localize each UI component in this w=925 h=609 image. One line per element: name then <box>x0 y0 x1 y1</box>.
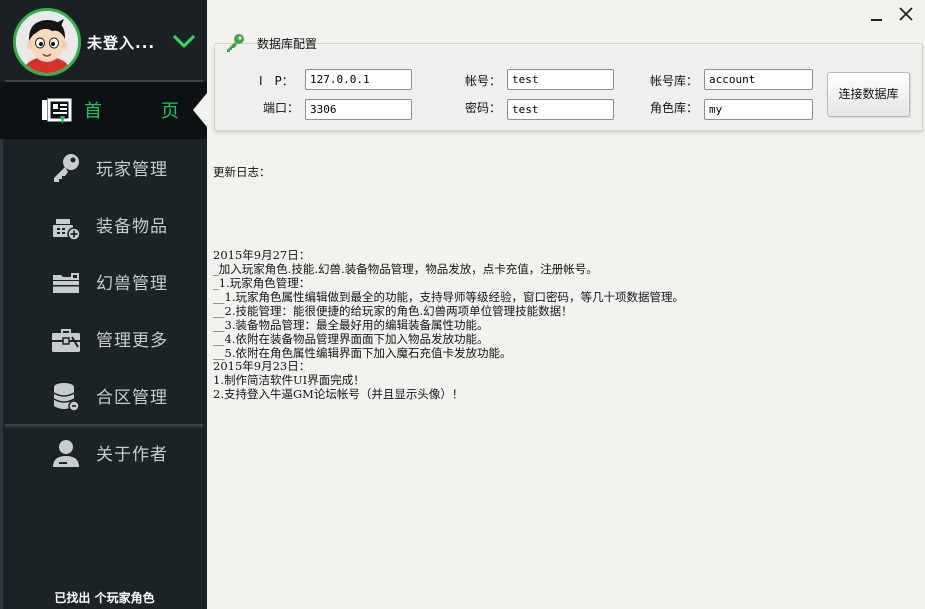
chevron-down-icon[interactable] <box>172 34 196 50</box>
ip-input[interactable] <box>305 69 412 90</box>
changelog-line: 2015年9月27日： <box>213 248 311 263</box>
cash-register-icon <box>53 219 81 241</box>
nav-label-pets: 幻兽管理 <box>96 274 168 294</box>
changelog-header: 更新日志： <box>213 164 271 179</box>
user-header: 未登入... <box>0 0 207 82</box>
ip-label: I P： <box>259 74 294 88</box>
nav-label-home-part2: 页 <box>161 101 180 122</box>
nav-item-equipment[interactable]: 装备物品 <box>0 196 207 253</box>
nav-label-more: 管理更多 <box>96 331 168 351</box>
nav-label-equipment: 装备物品 <box>96 217 168 237</box>
sidebar: 未登入... 首 页 玩家管理 装备物品 幻兽管理 管理更多 合区管理 关于作者… <box>0 0 207 609</box>
port-input[interactable] <box>305 99 412 120</box>
close-icon[interactable] <box>895 3 917 25</box>
person-icon <box>53 440 79 467</box>
changelog-line: __4.依附在装备物品管理界面面下加入物品发放功能。 <box>213 331 489 346</box>
user-name[interactable]: 未登入... <box>87 32 155 53</box>
changelog: 更新日志： 2015年9月27日： _加入玩家角色.技能.幻兽.装备物品管理，物品… <box>213 138 913 578</box>
account-input[interactable] <box>507 69 614 90</box>
password-label: 密码： <box>465 101 502 115</box>
nav-item-zones[interactable]: 合区管理 <box>0 367 207 424</box>
changelog-line: __2.技能管理：能很便捷的给玩家的角色.幻兽两项单位管理技能数据！ <box>213 303 573 318</box>
nav-label-about: 关于作者 <box>96 445 168 465</box>
nav-item-home[interactable]: 首 页 <box>0 82 207 139</box>
changelog-line: _1.玩家角色管理： <box>213 276 311 291</box>
account-db-label: 帐号库： <box>650 74 699 88</box>
changelog-line: 2.支持登入牛逼GM论坛帐号（并且显示头像）！ <box>213 387 464 402</box>
nav-label-zones: 合区管理 <box>96 388 168 408</box>
db-config-panel: I P： 端口： 帐号： 密码： 帐号库： 角色库： 连接数据库 <box>214 43 923 131</box>
toolbox-icon <box>52 329 80 352</box>
db-config-title: 数据库配置 <box>257 37 318 51</box>
avatar[interactable] <box>13 8 81 76</box>
password-input[interactable] <box>507 99 614 120</box>
changelog-line: 1.制作简洁软件UI界面完成！ <box>213 373 365 388</box>
minimize-icon[interactable] <box>866 3 888 25</box>
account-db-input[interactable] <box>704 69 813 90</box>
changelog-line: __1.玩家角色属性编辑做到最全的功能，支持导师等级经验，窗口密码，等几十项数据… <box>213 289 684 304</box>
nav-item-pets[interactable]: 幻兽管理 <box>0 253 207 310</box>
status-footer: 已找出 个玩家角色 <box>54 591 155 605</box>
changelog-gap <box>213 208 913 222</box>
home-dashboard-icon <box>42 98 72 124</box>
role-db-input[interactable] <box>704 99 813 120</box>
nav-label-players: 玩家管理 <box>96 160 168 180</box>
changelog-line: __5.依附在角色属性编辑界面下加入魔石充值卡发放功能。 <box>213 345 512 360</box>
connect-database-button[interactable]: 连接数据库 <box>827 72 910 117</box>
changelog-line: __3.装备物品管理：最全最好用的编辑装备属性功能。 <box>213 317 489 332</box>
nav-item-more[interactable]: 管理更多 <box>0 310 207 367</box>
changelog-line: 2015年9月23日： <box>213 359 311 374</box>
account-label: 帐号： <box>465 74 502 88</box>
port-label: 端口： <box>263 101 300 115</box>
boy-avatar-icon <box>16 11 78 73</box>
active-indicator <box>193 93 207 127</box>
changelog-line: _加入玩家角色.技能.幻兽.装备物品管理，物品发放，点卡充值，注册帐号。 <box>213 262 598 277</box>
nav-item-about[interactable]: 关于作者 <box>0 424 207 481</box>
nav-item-players[interactable]: 玩家管理 <box>0 139 207 196</box>
green-key-icon <box>227 34 244 52</box>
changelog-lines: 2015年9月27日： _加入玩家角色.技能.幻兽.装备物品管理，物品发放，点卡充… <box>213 248 913 402</box>
folder-icon <box>53 273 79 293</box>
nav-label-home-part1: 首 <box>84 101 103 122</box>
role-db-label: 角色库： <box>650 101 699 115</box>
database-icon <box>53 383 80 412</box>
key-icon <box>54 154 79 182</box>
